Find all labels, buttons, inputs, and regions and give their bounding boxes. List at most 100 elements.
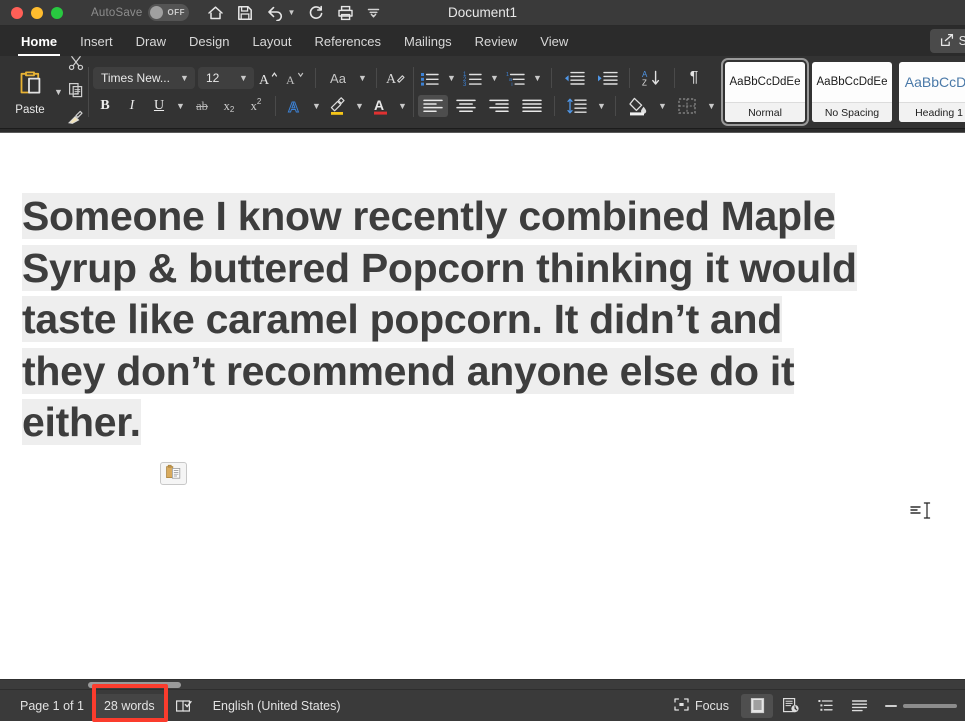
paste-options-clipboard-icon [165,464,182,484]
tab-design[interactable]: Design [178,30,240,53]
text-highlight-color-icon[interactable] [326,95,350,117]
customize-toolbar-icon[interactable] [367,6,380,19]
outline-view-icon[interactable] [809,694,841,718]
bulleted-list-icon[interactable] [418,67,442,89]
shading-icon[interactable] [623,95,653,117]
align-center-icon[interactable] [451,95,481,117]
redo-icon[interactable] [308,5,324,21]
close-window-button[interactable] [11,6,23,19]
font-color-chevron-down-icon[interactable]: ▼ [396,95,409,117]
font-size-chevron-down-icon[interactable]: ▼ [237,67,250,89]
decrease-indent-icon[interactable] [559,67,589,89]
zoom-slider-track[interactable] [903,703,957,708]
borders-icon[interactable] [672,95,702,117]
superscript-button[interactable]: x2 [244,95,268,117]
bullets-chevron-down-icon[interactable]: ▼ [445,67,458,89]
sort-az-icon[interactable]: AZ [637,67,667,89]
subscript-button[interactable]: x2 [217,95,241,117]
numbering-chevron-down-icon[interactable]: ▼ [488,67,501,89]
maximize-window-button[interactable] [51,6,63,19]
undo-dropdown-chevron-icon[interactable]: ▼ [287,8,295,17]
paintbrush-icon[interactable] [67,109,84,130]
change-case-button[interactable]: Aa [323,67,353,89]
paste-button[interactable]: Paste [8,62,52,122]
align-right-icon[interactable] [484,95,514,117]
language-status[interactable]: English (United States) [203,694,351,718]
increase-font-size-icon[interactable]: A [257,67,281,89]
justify-icon[interactable] [517,95,547,117]
tab-references[interactable]: References [304,30,392,53]
svg-text:A: A [386,72,397,87]
tab-review[interactable]: Review [464,30,529,53]
paste-dropdown-chevron-icon[interactable]: ▼ [52,81,65,103]
window-controls [11,6,63,19]
style-normal[interactable]: AaBbCcDdEe Normal [721,58,809,126]
line-spacing-chevron-down-icon[interactable]: ▼ [595,95,608,117]
paste-options-button[interactable] [160,462,187,485]
tab-mailings[interactable]: Mailings [393,30,463,53]
font-family-value: Times New... [101,71,170,85]
document-paragraph[interactable]: Someone I know recently combined Maple S… [22,191,957,449]
text-effects-chevron-down-icon[interactable]: ▼ [310,95,323,117]
tab-draw[interactable]: Draw [125,30,177,53]
multilevel-chevron-down-icon[interactable]: ▼ [531,67,544,89]
clear-formatting-icon[interactable]: A [384,67,408,89]
word-count-status[interactable]: 28 words [93,693,165,718]
line-spacing-icon[interactable] [562,95,592,117]
style-heading-1[interactable]: AaBbCcDc Heading 1 [899,62,965,122]
underline-chevron-down-icon[interactable]: ▼ [174,95,187,117]
decrease-font-size-icon[interactable]: A [284,67,308,89]
document-line-text: they don’t recommend anyone else do it [22,347,795,394]
increase-indent-icon[interactable] [592,67,622,89]
web-layout-view-icon[interactable] [775,694,807,718]
change-case-chevron-down-icon[interactable]: ▼ [356,67,369,89]
font-family-chevron-down-icon[interactable]: ▼ [178,67,191,89]
scissors-icon[interactable] [68,55,84,76]
italic-button[interactable]: I [120,95,144,117]
borders-chevron-down-icon[interactable]: ▼ [705,95,718,117]
bold-button[interactable]: B [93,95,117,117]
print-layout-view-icon[interactable] [741,693,773,718]
style-no-spacing[interactable]: AaBbCcDdEe No Spacing [812,62,892,122]
text-effects-icon[interactable]: A [283,95,307,117]
share-button[interactable]: S [929,29,965,53]
font-family-combobox[interactable]: Times New... ▼ [93,67,195,89]
shading-chevron-down-icon[interactable]: ▼ [656,95,669,117]
print-icon[interactable] [337,5,354,21]
underline-button[interactable]: U [147,95,171,117]
font-color-icon[interactable]: A [369,95,393,117]
clipboard-small-buttons [65,55,84,130]
zoom-out-icon[interactable] [885,704,897,707]
page-count-status[interactable]: Page 1 of 1 [10,694,94,718]
numbered-list-icon[interactable]: 123 [461,67,485,89]
copy-icon[interactable] [68,82,84,103]
align-left-icon[interactable] [418,95,448,117]
horizontal-scrollbar-thumb[interactable] [88,682,181,688]
autosave-toggle[interactable]: OFF [148,4,190,21]
focus-mode-label: Focus [694,698,729,713]
show-formatting-marks-button[interactable]: ¶ [682,67,706,89]
tab-home[interactable]: Home [10,30,68,56]
tab-view[interactable]: View [529,30,579,53]
multilevel-list-icon[interactable]: 1ai [504,67,528,89]
paragraph-separator-5 [615,96,616,116]
undo-icon[interactable]: ▼ [266,5,295,21]
highlight-chevron-down-icon[interactable]: ▼ [353,95,366,117]
focus-mode-icon [674,697,689,714]
font-size-combobox[interactable]: 12 ▼ [198,67,254,89]
strikethrough-label: ab [196,98,208,113]
draft-view-icon[interactable] [843,694,875,718]
home-icon[interactable] [207,5,224,21]
document-line: either. [22,397,957,449]
minimize-window-button[interactable] [31,6,43,19]
paragraph-separator-3 [674,68,675,88]
tab-insert[interactable]: Insert [69,30,124,53]
tab-layout[interactable]: Layout [241,30,302,53]
proofing-errors-icon[interactable] [165,694,203,718]
strikethrough-button[interactable]: ab [190,95,214,117]
autosave-control[interactable]: AutoSave OFF [91,4,190,21]
save-icon[interactable] [237,5,253,21]
document-canvas[interactable]: Someone I know recently combined Maple S… [0,132,965,680]
focus-mode-button[interactable]: Focus [664,694,739,718]
zoom-slider[interactable] [885,703,957,708]
